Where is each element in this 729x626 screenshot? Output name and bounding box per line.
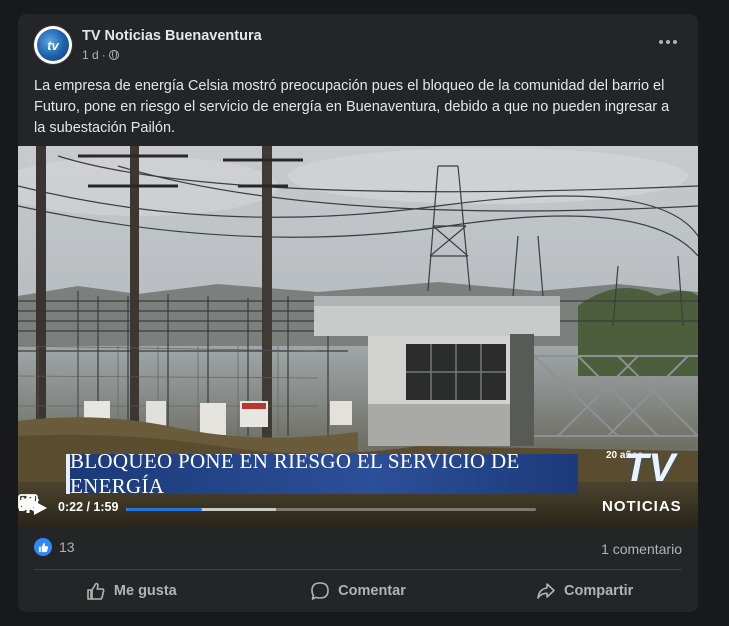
like-icon xyxy=(87,582,105,600)
comment-button[interactable]: Comentar xyxy=(245,570,472,612)
volume-muted-icon[interactable] xyxy=(18,494,40,512)
like-reaction-icon xyxy=(34,538,52,556)
comments-count[interactable]: 1 comentario xyxy=(601,541,682,557)
post-text: La empresa de energía Celsia mostró preo… xyxy=(34,78,670,136)
share-icon xyxy=(537,583,555,599)
page-avatar[interactable]: tv xyxy=(34,26,72,64)
progress-fill xyxy=(126,508,202,511)
page-name[interactable]: TV Noticias Buenaventura xyxy=(82,28,262,44)
video-time: 0:22 / 1:59 xyxy=(58,500,119,514)
video-controls: 0:22 / 1:59 xyxy=(18,494,698,528)
share-button[interactable]: Compartir xyxy=(471,570,698,612)
logo-main: TV xyxy=(624,446,676,490)
share-label: Compartir xyxy=(564,583,634,599)
likes-count: 13 xyxy=(59,539,75,555)
news-banner: BLOQUEO PONE EN RIESGO EL SERVICIO DE EN… xyxy=(66,449,578,498)
progress-bar[interactable] xyxy=(126,508,536,511)
comment-icon xyxy=(311,582,329,600)
like-button[interactable]: Me gusta xyxy=(18,570,245,612)
reactions-summary[interactable]: 13 xyxy=(34,538,75,556)
post-actions: Me gusta Comentar Compartir xyxy=(18,570,698,612)
post-time[interactable]: 1 d xyxy=(82,48,99,62)
post-meta: 1 d · xyxy=(82,48,119,62)
like-label: Me gusta xyxy=(113,583,177,599)
post-card: tv TV Noticias Buenaventura 1 d · La emp… xyxy=(18,14,698,612)
globe-icon[interactable] xyxy=(108,50,119,60)
more-icon xyxy=(659,40,663,44)
meta-separator: · xyxy=(101,48,106,62)
channel-logo: 20 años TV xyxy=(606,446,690,498)
video-player[interactable]: BLOQUEO PONE EN RIESGO EL SERVICIO DE EN… xyxy=(18,146,698,528)
comment-label: Comentar xyxy=(338,583,406,599)
more-options-button[interactable] xyxy=(654,32,682,52)
tv-logo-icon: tv xyxy=(37,29,69,61)
